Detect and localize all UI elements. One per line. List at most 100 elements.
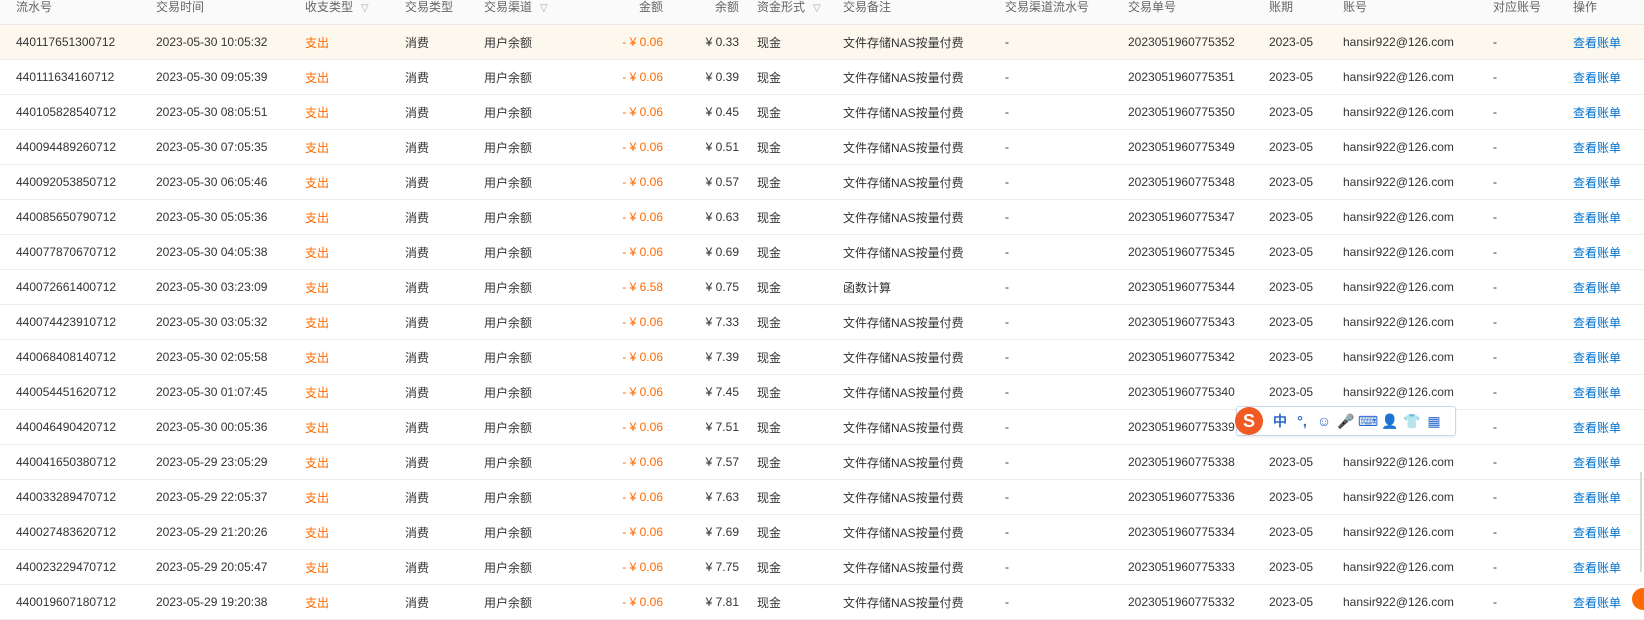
sogou-logo-icon[interactable]: S: [1235, 407, 1263, 435]
channel-cell: 用户余额: [484, 105, 533, 120]
table-row: 440027483620712 2023-05-29 21:20:26 支出 消费 用户…: [0, 515, 1644, 550]
user-icon[interactable]: 👤: [1379, 410, 1401, 432]
view-bill-link[interactable]: 查看账单: [1573, 384, 1644, 401]
fund-form-cell: 现金: [757, 350, 782, 365]
tx-type-cell: 消费: [405, 525, 430, 540]
amount-cell: - ¥ 0.06: [622, 560, 663, 574]
order-no-cell: 2023051960775347: [1128, 210, 1235, 224]
remark-cell: 文件存储NAS按量付费: [843, 105, 964, 120]
header-label: 账号: [1343, 0, 1368, 14]
header-col-balance: 余额: [671, 0, 743, 14]
view-bill-link[interactable]: 查看账单: [1573, 69, 1644, 86]
view-bill-link[interactable]: 查看账单: [1573, 559, 1644, 576]
view-bill-link[interactable]: 查看账单: [1573, 244, 1644, 261]
channel-cell: 用户余额: [484, 315, 533, 330]
serial-cell: 440117651300712: [16, 35, 116, 49]
view-bill-link[interactable]: 查看账单: [1573, 139, 1644, 156]
header-label: 交易时间: [156, 0, 205, 14]
header-col-account: 账号: [1343, 0, 1493, 14]
table-row: 440068408140712 2023-05-30 02:05:58 支出 消费 用户…: [0, 340, 1644, 375]
view-bill-link[interactable]: 查看账单: [1573, 174, 1644, 191]
peer-account-cell: -: [1493, 350, 1497, 364]
channel-serial-cell: -: [1005, 525, 1009, 539]
skin-icon[interactable]: 👕: [1401, 410, 1423, 432]
scrollbar-track[interactable]: [1640, 472, 1642, 572]
view-bill-link[interactable]: 查看账单: [1573, 419, 1644, 436]
view-bill-link[interactable]: 查看账单: [1573, 209, 1644, 226]
time-cell: 2023-05-30 06:05:46: [156, 175, 268, 189]
channel-cell: 用户余额: [484, 70, 533, 85]
period-cell: 2023-05: [1269, 385, 1314, 399]
ime-toolbar[interactable]: S 中 °, ☺ 🎤 ⌨ 👤 👕 ▦: [1235, 406, 1456, 436]
header-col-channel-serial: 交易渠道流水号: [1005, 0, 1128, 14]
account-cell: hansir922@126.com: [1343, 140, 1454, 154]
header-col-channel[interactable]: 交易渠道 ▽: [484, 0, 556, 16]
header-col-io-type[interactable]: 收支类型 ▽: [305, 0, 405, 16]
view-bill-link[interactable]: 查看账单: [1573, 349, 1644, 366]
amount-cell: - ¥ 0.06: [622, 595, 663, 609]
view-bill-link[interactable]: 查看账单: [1573, 279, 1644, 296]
view-bill-link[interactable]: 查看账单: [1573, 314, 1644, 331]
tx-type-cell: 消费: [405, 350, 430, 365]
peer-account-cell: -: [1493, 140, 1497, 154]
io-type-cell: 支出: [305, 280, 330, 295]
serial-cell: 440085650790712: [16, 210, 117, 224]
toolbox-icon[interactable]: ▦: [1423, 410, 1445, 432]
io-type-cell: 支出: [305, 35, 330, 50]
filter-icon[interactable]: ▽: [813, 3, 821, 14]
io-type-cell: 支出: [305, 525, 330, 540]
balance-cell: ¥ 0.75: [705, 280, 739, 294]
filter-icon[interactable]: ▽: [361, 3, 369, 14]
amount-cell: - ¥ 0.06: [622, 315, 663, 329]
io-type-cell: 支出: [305, 490, 330, 505]
order-no-cell: 2023051960775340: [1128, 385, 1235, 399]
balance-cell: ¥ 0.51: [705, 140, 739, 154]
time-cell: 2023-05-30 00:05:36: [156, 420, 268, 434]
period-cell: 2023-05: [1269, 490, 1314, 504]
io-type-cell: 支出: [305, 315, 330, 330]
view-bill-link[interactable]: 查看账单: [1573, 454, 1644, 471]
account-cell: hansir922@126.com: [1343, 455, 1454, 469]
remark-cell: 文件存储NAS按量付费: [843, 140, 964, 155]
filter-icon[interactable]: ▽: [540, 3, 548, 14]
view-bill-link[interactable]: 查看账单: [1573, 524, 1644, 541]
balance-cell: ¥ 7.51: [705, 420, 739, 434]
header-col-amount: 金额: [556, 0, 671, 14]
header-col-fund-form[interactable]: 资金形式 ▽: [743, 0, 843, 16]
microphone-icon[interactable]: 🎤: [1335, 410, 1357, 432]
serial-cell: 440027483620712: [16, 525, 117, 539]
zh-mode-icon[interactable]: 中: [1269, 410, 1291, 432]
period-cell: 2023-05: [1269, 280, 1314, 294]
punctuation-icon[interactable]: °,: [1291, 410, 1313, 432]
period-cell: 2023-05: [1269, 140, 1314, 154]
balance-cell: ¥ 7.81: [705, 595, 739, 609]
tx-type-cell: 消费: [405, 245, 430, 260]
order-no-cell: 2023051960775332: [1128, 595, 1235, 609]
time-cell: 2023-05-29 21:20:26: [156, 525, 268, 539]
view-bill-link[interactable]: 查看账单: [1573, 34, 1644, 51]
header-label: 对应账号: [1493, 0, 1542, 14]
balance-cell: ¥ 0.39: [705, 70, 739, 84]
account-cell: hansir922@126.com: [1343, 560, 1454, 574]
header-label: 收支类型: [305, 0, 354, 14]
emoji-icon[interactable]: ☺: [1313, 410, 1335, 432]
view-bill-link[interactable]: 查看账单: [1573, 104, 1644, 121]
table-row: 440023229470712 2023-05-29 20:05:47 支出 消费 用户…: [0, 550, 1644, 585]
serial-cell: 440041650380712: [16, 455, 117, 469]
io-type-cell: 支出: [305, 455, 330, 470]
peer-account-cell: -: [1493, 315, 1497, 329]
channel-serial-cell: -: [1005, 315, 1009, 329]
balance-cell: ¥ 7.75: [705, 560, 739, 574]
balance-cell: ¥ 0.45: [705, 105, 739, 119]
keyboard-icon[interactable]: ⌨: [1357, 410, 1379, 432]
header-label: 金额: [638, 0, 663, 14]
tx-type-cell: 消费: [405, 105, 430, 120]
tx-type-cell: 消费: [405, 455, 430, 470]
channel-serial-cell: -: [1005, 70, 1009, 84]
serial-cell: 440023229470712: [16, 560, 117, 574]
amount-cell: - ¥ 0.06: [622, 455, 663, 469]
view-bill-link[interactable]: 查看账单: [1573, 489, 1644, 506]
channel-serial-cell: -: [1005, 210, 1009, 224]
channel-cell: 用户余额: [484, 35, 533, 50]
remark-cell: 文件存储NAS按量付费: [843, 70, 964, 85]
